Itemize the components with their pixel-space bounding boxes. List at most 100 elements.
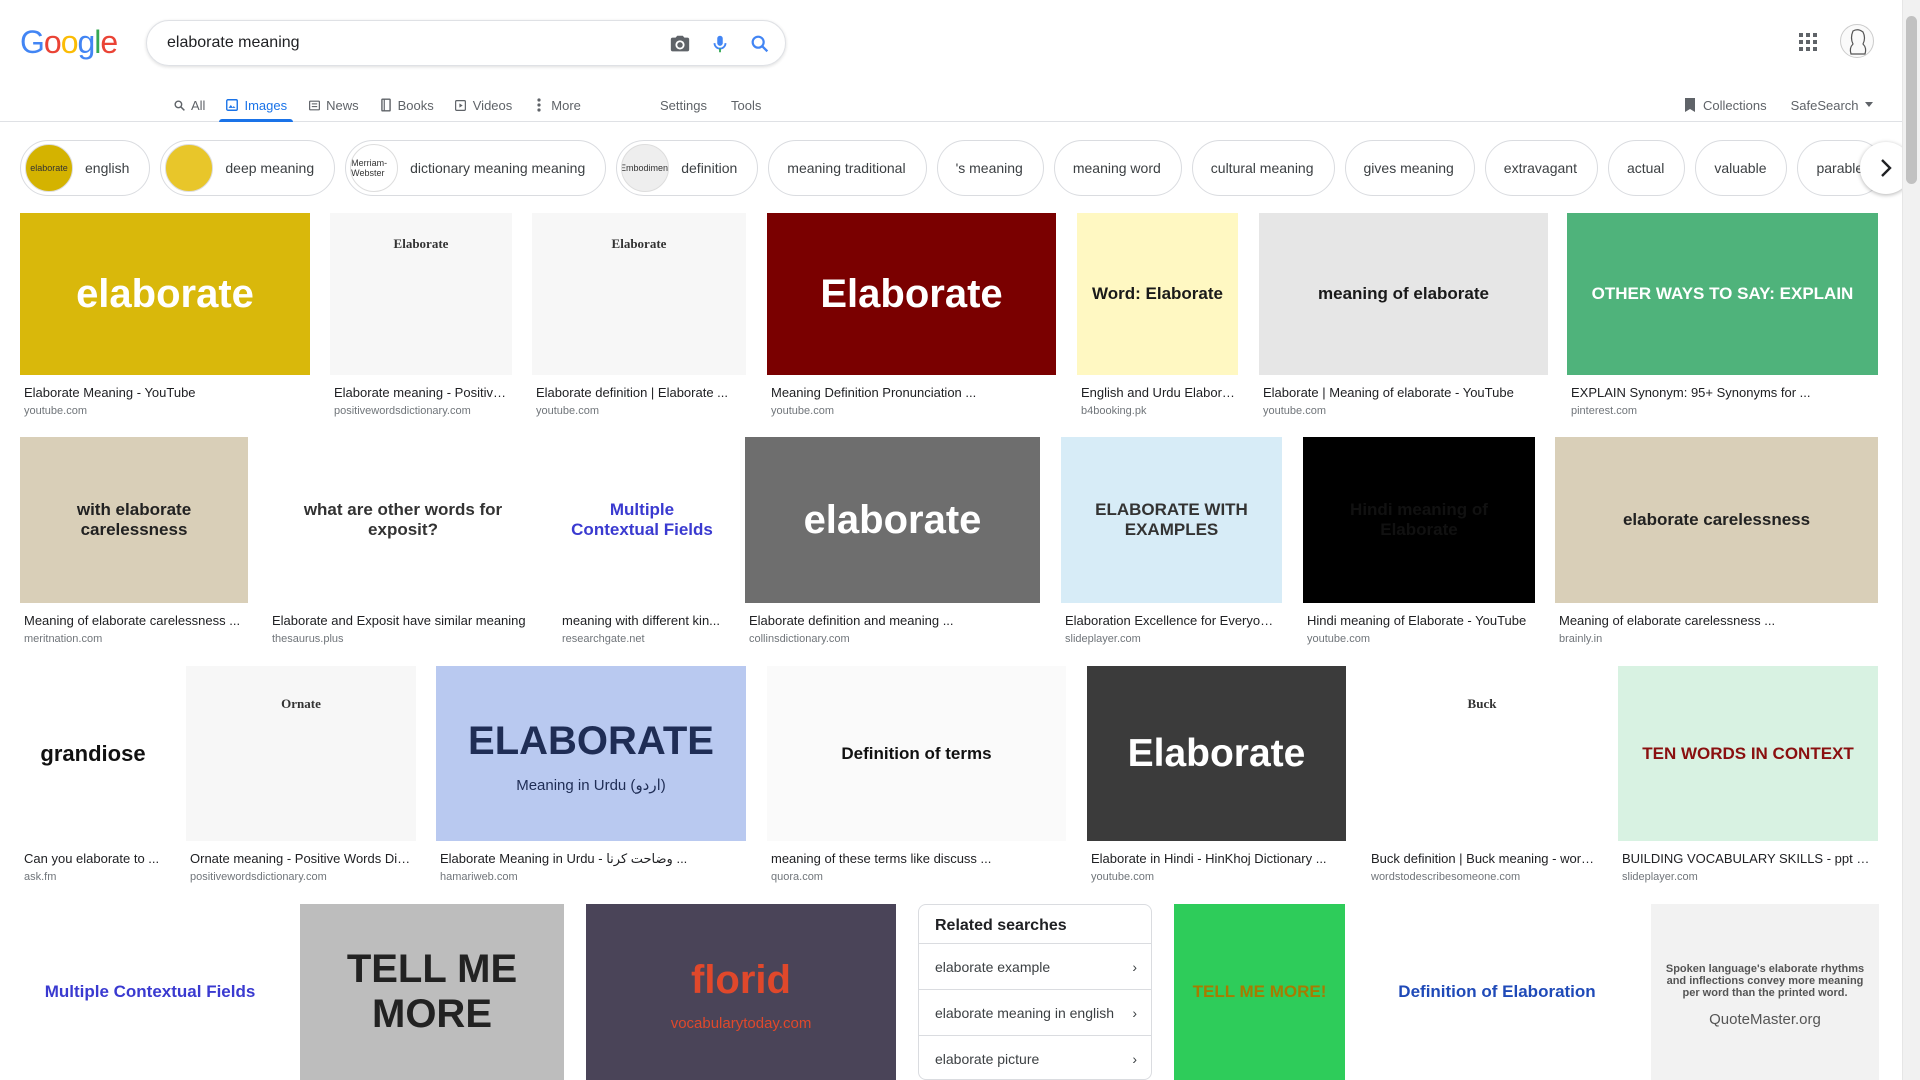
chip-7[interactable]: cultural meaning bbox=[1191, 140, 1335, 196]
image-result[interactable]: Elaborate Meaning Definition Pronunciatio… bbox=[767, 213, 1056, 425]
image-result[interactable]: Hindi meaning of Elaborate Hindi meaning … bbox=[1303, 437, 1535, 653]
chip-10[interactable]: actual bbox=[1607, 140, 1686, 196]
result-thumbnail[interactable]: Multiple Contextual Fields bbox=[20, 904, 280, 1080]
result-thumbnail[interactable]: grandiose bbox=[20, 666, 166, 841]
result-thumbnail[interactable]: TELL ME MORE! bbox=[1174, 904, 1345, 1080]
result-thumbnail[interactable]: Spoken language's elaborate rhythms and … bbox=[1651, 904, 1879, 1080]
chip-9[interactable]: extravagant bbox=[1484, 140, 1598, 196]
settings-link[interactable]: Settings bbox=[660, 98, 707, 113]
result-title[interactable]: EXPLAIN Synonym: 95+ Synonyms for ... bbox=[1571, 385, 1876, 400]
result-source[interactable]: quora.com bbox=[771, 871, 823, 883]
result-source[interactable]: youtube.com bbox=[1263, 405, 1326, 417]
result-source[interactable]: b4booking.pk bbox=[1081, 405, 1146, 417]
apps-grid-icon[interactable] bbox=[1798, 32, 1818, 52]
result-thumbnail[interactable]: with elaborate carelessness bbox=[20, 437, 248, 603]
image-result[interactable]: grandiose Can you elaborate to ... ask.fm bbox=[20, 666, 166, 891]
image-result[interactable]: Multiple Contextual Fields meaning with d… bbox=[558, 437, 726, 653]
result-thumbnail[interactable]: Multiple Contextual Fields bbox=[558, 437, 726, 603]
image-result[interactable]: Elaborate Elaborate definition | Elaborat… bbox=[532, 213, 746, 425]
result-thumbnail[interactable]: florid vocabularytoday.com bbox=[586, 904, 896, 1080]
result-thumbnail[interactable]: ELABORATE WITH EXAMPLES bbox=[1061, 437, 1282, 603]
chip-1[interactable]: deep meaning bbox=[160, 140, 336, 196]
result-title[interactable]: Elaboration Excellence for Everyone... bbox=[1065, 613, 1280, 628]
result-thumbnail[interactable]: Elaborate bbox=[330, 213, 512, 375]
result-thumbnail[interactable]: OTHER WAYS TO SAY: EXPLAIN bbox=[1567, 213, 1878, 375]
result-thumbnail[interactable]: elaborate carelessness bbox=[1555, 437, 1878, 603]
result-title[interactable]: Elaborate definition and meaning ... bbox=[749, 613, 1038, 628]
image-result[interactable]: TELL ME MORE! bbox=[1174, 904, 1345, 1080]
result-source[interactable]: pinterest.com bbox=[1571, 405, 1637, 417]
result-source[interactable]: youtube.com bbox=[536, 405, 599, 417]
tab-more[interactable]: More bbox=[526, 90, 587, 120]
image-result[interactable]: what are other words for exposit? Elabora… bbox=[268, 437, 538, 653]
related-search-item[interactable]: elaborate meaning in english › bbox=[919, 989, 1151, 1035]
result-source[interactable]: positivewordsdictionary.com bbox=[190, 871, 327, 883]
result-thumbnail[interactable]: Elaborate bbox=[532, 213, 746, 375]
result-thumbnail[interactable]: elaborate bbox=[745, 437, 1040, 603]
result-title[interactable]: BUILDING VOCABULARY SKILLS - ppt do... bbox=[1622, 851, 1876, 866]
page-scrollbar[interactable] bbox=[1902, 0, 1920, 1080]
tools-link[interactable]: Tools bbox=[731, 98, 761, 113]
result-thumbnail[interactable]: Word: Elaborate bbox=[1077, 213, 1238, 375]
result-source[interactable]: slideplayer.com bbox=[1065, 633, 1141, 645]
search-input[interactable] bbox=[167, 31, 637, 55]
result-thumbnail[interactable]: Elaborate bbox=[1087, 666, 1346, 841]
image-result[interactable]: Buck Buck definition | Buck meaning - wor… bbox=[1367, 666, 1597, 891]
result-thumbnail[interactable]: Definition of terms bbox=[767, 666, 1066, 841]
image-result[interactable]: ELABORATE Meaning in Urdu (اردو) Elaborate… bbox=[436, 666, 746, 891]
result-thumbnail[interactable]: Buck bbox=[1367, 666, 1597, 841]
image-result[interactable]: elaborate carelessness Meaning of elabora… bbox=[1555, 437, 1878, 653]
chip-3[interactable]: Embodiment definition bbox=[616, 140, 759, 196]
tab-books[interactable]: Books bbox=[373, 90, 440, 120]
result-thumbnail[interactable]: elaborate bbox=[20, 213, 310, 375]
avatar[interactable] bbox=[1840, 24, 1874, 58]
image-result[interactable]: Spoken language's elaborate rhythms and … bbox=[1651, 904, 1879, 1080]
result-title[interactable]: Ornate meaning - Positive Words Dict... bbox=[190, 851, 414, 866]
result-source[interactable]: youtube.com bbox=[1307, 633, 1370, 645]
result-title[interactable]: Elaborate meaning - Positive ... bbox=[334, 385, 510, 400]
google-logo[interactable]: Google bbox=[20, 24, 118, 61]
result-source[interactable]: thesaurus.plus bbox=[272, 633, 344, 645]
result-title[interactable]: Meaning of elaborate carelessness ... bbox=[1559, 613, 1876, 628]
result-source[interactable]: researchgate.net bbox=[562, 633, 645, 645]
tab-all[interactable]: All bbox=[166, 90, 211, 120]
chip-8[interactable]: gives meaning bbox=[1344, 140, 1475, 196]
result-title[interactable]: Can you elaborate to ... bbox=[24, 851, 164, 866]
result-thumbnail[interactable]: Hindi meaning of Elaborate bbox=[1303, 437, 1535, 603]
related-search-item[interactable]: elaborate example › bbox=[919, 943, 1151, 989]
image-result[interactable]: Definition of terms meaning of these term… bbox=[767, 666, 1066, 891]
image-result[interactable]: Definition of Elaboration bbox=[1366, 904, 1628, 1080]
result-source[interactable]: youtube.com bbox=[1091, 871, 1154, 883]
result-thumbnail[interactable]: ELABORATE Meaning in Urdu (اردو) bbox=[436, 666, 746, 841]
result-thumbnail[interactable]: Elaborate bbox=[767, 213, 1056, 375]
image-result[interactable]: Multiple Contextual Fields bbox=[20, 904, 280, 1080]
result-thumbnail[interactable]: what are other words for exposit? bbox=[268, 437, 538, 603]
result-thumbnail[interactable]: Ornate bbox=[186, 666, 416, 841]
result-source[interactable]: ask.fm bbox=[24, 871, 56, 883]
chip-11[interactable]: valuable bbox=[1695, 140, 1788, 196]
result-source[interactable]: slideplayer.com bbox=[1622, 871, 1698, 883]
result-title[interactable]: meaning with different kin... bbox=[562, 613, 724, 628]
result-title[interactable]: Elaborate Meaning in Urdu - وضاحت کرنا .… bbox=[440, 851, 744, 867]
result-title[interactable]: Elaborate in Hindi - HinKhoj Dictionary … bbox=[1091, 851, 1344, 866]
image-result[interactable]: Word: Elaborate English and Urdu Elabora.… bbox=[1077, 213, 1238, 425]
result-title[interactable]: meaning of these terms like discuss ... bbox=[771, 851, 1064, 866]
image-result[interactable]: Elaborate Elaborate meaning - Positive ..… bbox=[330, 213, 512, 425]
image-result[interactable]: TELL ME MORE bbox=[300, 904, 564, 1080]
result-title[interactable]: Meaning Definition Pronunciation ... bbox=[771, 385, 1054, 400]
result-source[interactable]: positivewordsdictionary.com bbox=[334, 405, 471, 417]
result-source[interactable]: youtube.com bbox=[24, 405, 87, 417]
result-title[interactable]: Elaborate and Exposit have similar meani… bbox=[272, 613, 536, 628]
chip-5[interactable]: 's meaning bbox=[936, 140, 1044, 196]
result-title[interactable]: English and Urdu Elabora... bbox=[1081, 385, 1236, 400]
result-thumbnail[interactable]: TEN WORDS IN CONTEXT bbox=[1618, 666, 1878, 841]
result-thumbnail[interactable]: Definition of Elaboration bbox=[1366, 904, 1628, 1080]
image-result[interactable]: TEN WORDS IN CONTEXT BUILDING VOCABULARY … bbox=[1618, 666, 1878, 891]
tab-images[interactable]: Images bbox=[219, 90, 293, 122]
result-source[interactable]: brainly.in bbox=[1559, 633, 1602, 645]
image-result[interactable]: Ornate Ornate meaning - Positive Words Di… bbox=[186, 666, 416, 891]
result-title[interactable]: Elaborate definition | Elaborate ... bbox=[536, 385, 744, 400]
chip-4[interactable]: meaning traditional bbox=[768, 140, 927, 196]
chip-2[interactable]: Merriam-Webster dictionary meaning meanin… bbox=[345, 140, 607, 196]
image-result[interactable]: elaborate Elaborate definition and meanin… bbox=[745, 437, 1040, 653]
